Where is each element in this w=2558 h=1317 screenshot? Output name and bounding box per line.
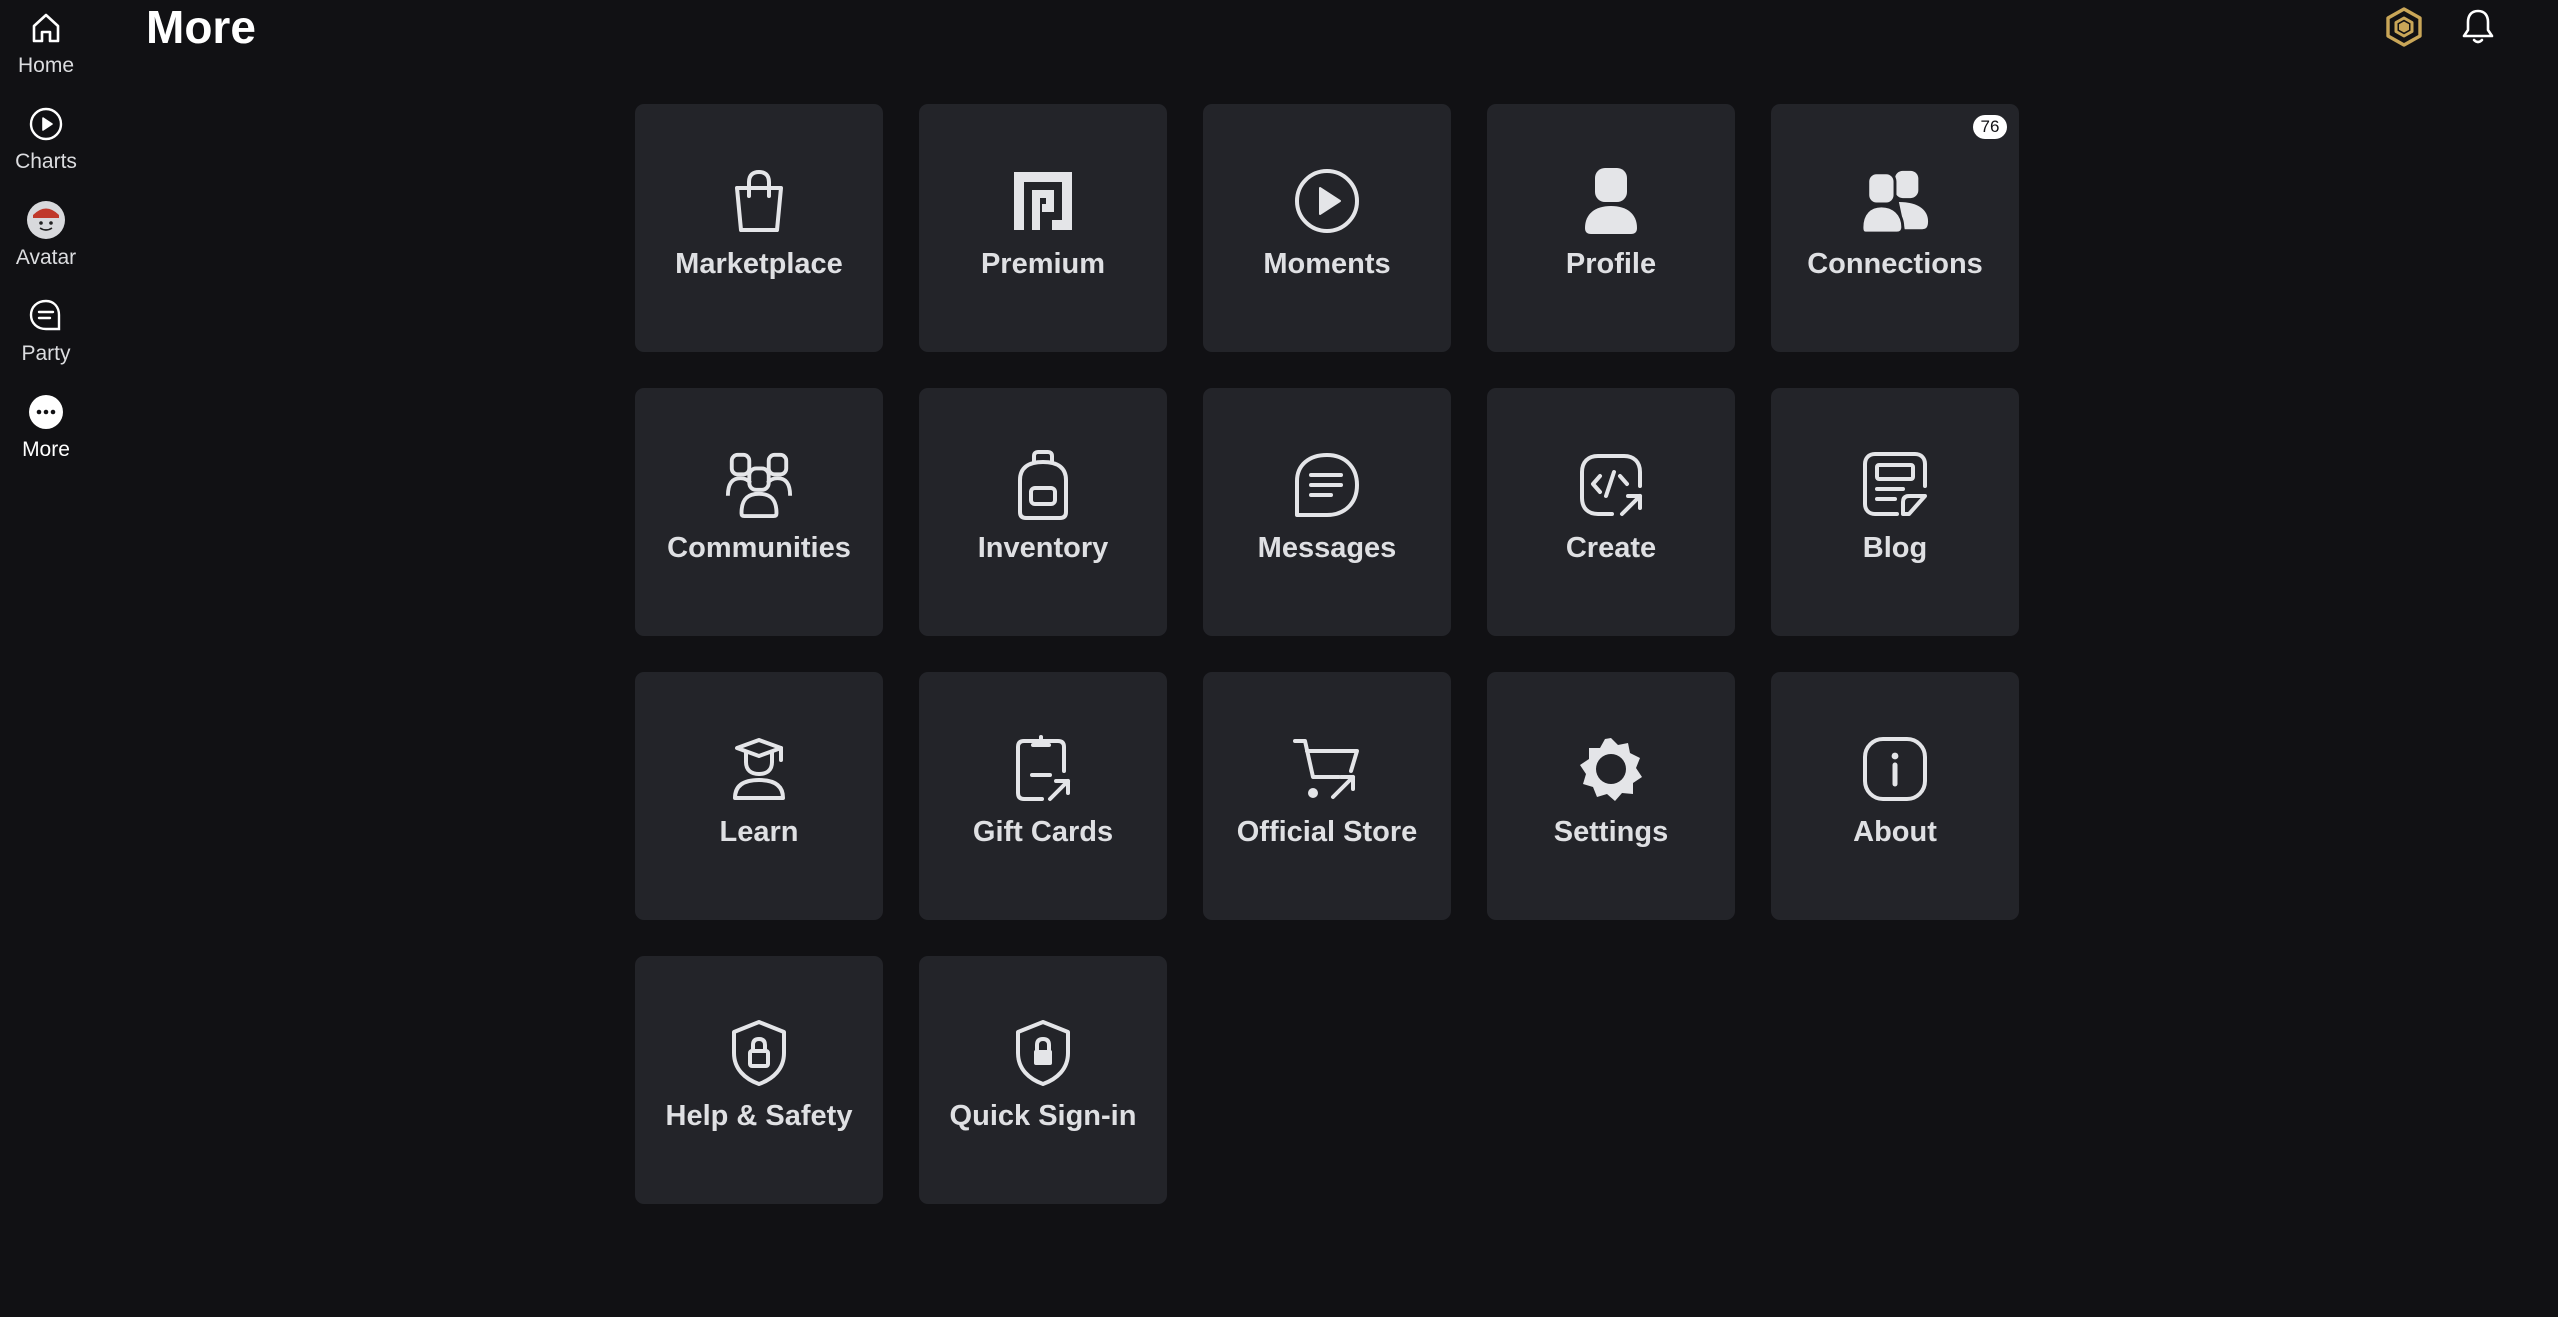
notifications-button[interactable]	[2458, 4, 2498, 50]
gear-icon	[1576, 734, 1646, 804]
home-icon	[26, 8, 66, 48]
tile-label: Official Store	[1236, 816, 1418, 848]
tile-label: Quick Sign-in	[949, 1100, 1137, 1132]
message-icon	[1292, 450, 1362, 520]
tile-learn[interactable]: Learn	[635, 672, 883, 920]
tile-marketplace[interactable]: Marketplace	[635, 104, 883, 352]
group-icon	[724, 450, 794, 520]
sidebar-item-label: Home	[17, 54, 75, 77]
code-icon	[1576, 450, 1646, 520]
tile-settings[interactable]: Settings	[1487, 672, 1735, 920]
tile-label: Gift Cards	[972, 816, 1114, 848]
chat-icon	[26, 296, 66, 336]
bell-icon	[2461, 8, 2495, 46]
tile-label: Inventory	[977, 532, 1109, 564]
tile-label: Premium	[980, 248, 1106, 280]
header-actions	[2384, 4, 2498, 50]
person-icon	[1576, 166, 1646, 236]
shield-lock-icon	[724, 1018, 794, 1088]
cart-icon	[1292, 734, 1362, 804]
sidebar-item-label: Charts	[15, 150, 77, 173]
tile-label: Learn	[719, 816, 799, 848]
more-tile-grid: Marketplace Premium Moments Profile 76 C…	[635, 104, 2019, 1204]
more-icon	[26, 392, 66, 432]
tile-official-store[interactable]: Official Store	[1203, 672, 1451, 920]
sidebar-item-avatar[interactable]: Avatar	[0, 194, 92, 280]
sidebar-item-more[interactable]: More	[0, 386, 92, 472]
tile-label: Profile	[1565, 248, 1657, 280]
play-circle-icon	[26, 104, 66, 144]
backpack-icon	[1008, 450, 1078, 520]
premium-icon	[1008, 166, 1078, 236]
tile-connections[interactable]: 76 Connections	[1771, 104, 2019, 352]
sidebar-item-label: Avatar	[15, 246, 77, 269]
people-icon	[1860, 166, 1930, 236]
tile-inventory[interactable]: Inventory	[919, 388, 1167, 636]
tile-quick-sign-in[interactable]: Quick Sign-in	[919, 956, 1167, 1204]
tile-gift-cards[interactable]: Gift Cards	[919, 672, 1167, 920]
app-root: Home Charts Avatar Party More More Marke…	[0, 0, 2558, 1317]
tile-create[interactable]: Create	[1487, 388, 1735, 636]
graduation-icon	[724, 734, 794, 804]
gift-card-icon	[1008, 734, 1078, 804]
tile-label: Blog	[1862, 532, 1928, 564]
tile-label: Help & Safety	[665, 1100, 853, 1132]
tile-help-safety[interactable]: Help & Safety	[635, 956, 883, 1204]
tile-messages[interactable]: Messages	[1203, 388, 1451, 636]
play-circle-icon	[1292, 166, 1362, 236]
tile-communities[interactable]: Communities	[635, 388, 883, 636]
tile-profile[interactable]: Profile	[1487, 104, 1735, 352]
tile-label: Connections	[1807, 248, 1983, 280]
avatar-icon	[26, 200, 66, 240]
sidebar-nav: Home Charts Avatar Party More	[0, 0, 92, 1317]
shopping-bag-icon	[724, 166, 794, 236]
sidebar-item-charts[interactable]: Charts	[0, 98, 92, 184]
sidebar-item-label: Party	[21, 342, 71, 365]
blog-icon	[1860, 450, 1930, 520]
robux-icon	[2385, 7, 2423, 47]
tile-label: Communities	[667, 532, 851, 564]
sidebar-item-home[interactable]: Home	[0, 2, 92, 88]
tile-label: Create	[1565, 532, 1657, 564]
tile-blog[interactable]: Blog	[1771, 388, 2019, 636]
connections-count-badge: 76	[1973, 115, 2007, 139]
tile-premium[interactable]: Premium	[919, 104, 1167, 352]
tile-label: Settings	[1553, 816, 1669, 848]
tile-label: Messages	[1257, 532, 1397, 564]
robux-button[interactable]	[2384, 4, 2424, 50]
info-icon	[1860, 734, 1930, 804]
sidebar-item-party[interactable]: Party	[0, 290, 92, 376]
tile-label: Marketplace	[675, 248, 843, 280]
page-title: More	[146, 1, 256, 53]
tile-moments[interactable]: Moments	[1203, 104, 1451, 352]
shield-lock-solid-icon	[1008, 1018, 1078, 1088]
tile-label: Moments	[1263, 248, 1391, 280]
sidebar-item-label: More	[22, 438, 70, 461]
tile-label: About	[1853, 816, 1937, 848]
tile-about[interactable]: About	[1771, 672, 2019, 920]
